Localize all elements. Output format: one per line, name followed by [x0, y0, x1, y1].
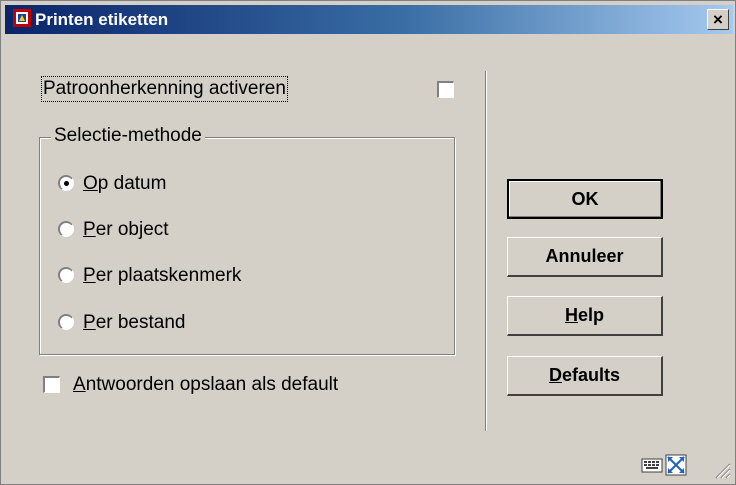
- title-bar[interactable]: Printen etiketten ×: [5, 5, 733, 34]
- pattern-label-text: Patroonherkenning activeren: [43, 78, 286, 99]
- help-mnemonic: H: [564, 305, 578, 325]
- save-defaults-checkbox[interactable]: [43, 376, 60, 393]
- help-button[interactable]: Help: [507, 296, 663, 336]
- pattern-label[interactable]: Patroonherkenning activeren: [41, 76, 288, 102]
- radio-per-plaatskenmerk[interactable]: [58, 267, 74, 283]
- radio-selected-dot: [64, 181, 69, 186]
- option-per-object[interactable]: Per object: [83, 219, 169, 241]
- option-label: er object: [95, 219, 169, 240]
- save-defaults-mnemonic: A: [73, 374, 86, 395]
- save-defaults-text: ntwoorden opslaan als default: [85, 374, 339, 395]
- app-icon: [13, 9, 31, 27]
- vertical-divider: [485, 71, 486, 431]
- option-mnemonic: P: [83, 312, 96, 333]
- size-grip-icon[interactable]: [713, 461, 731, 479]
- close-icon: ×: [713, 10, 723, 29]
- option-mnemonic: O: [83, 173, 98, 194]
- selection-legend: Selectie-methode: [51, 125, 205, 147]
- ok-button[interactable]: OK: [507, 179, 663, 219]
- ok-label: OK: [571, 189, 599, 209]
- dialog-window: Printen etiketten × Patroonherkenning ac…: [0, 0, 736, 485]
- save-defaults-label[interactable]: Antwoorden opslaan als default: [73, 374, 338, 396]
- pattern-checkbox[interactable]: [437, 81, 454, 98]
- close-button[interactable]: ×: [707, 9, 729, 30]
- option-per-plaatskenmerk[interactable]: Per plaatskenmerk: [83, 265, 241, 287]
- option-mnemonic: P: [83, 219, 96, 240]
- resize-icon[interactable]: [665, 454, 687, 476]
- cancel-button[interactable]: Annuleer: [507, 237, 663, 277]
- option-op-datum[interactable]: Op datum: [83, 173, 166, 195]
- option-label: p datum: [97, 173, 167, 194]
- cancel-label: Annuleer: [545, 246, 624, 266]
- radio-op-datum[interactable]: [58, 175, 74, 191]
- window-title: Printen etiketten: [35, 10, 169, 29]
- radio-per-bestand[interactable]: [58, 314, 74, 330]
- option-per-bestand[interactable]: Per bestand: [83, 312, 185, 334]
- option-label: er plaatskenmerk: [95, 265, 242, 286]
- defaults-button[interactable]: Defaults: [507, 356, 663, 396]
- keyboard-icon[interactable]: [641, 454, 663, 476]
- help-label: elp: [577, 305, 604, 325]
- option-mnemonic: P: [83, 265, 96, 286]
- option-label: er bestand: [95, 312, 186, 333]
- defaults-mnemonic: D: [548, 365, 562, 385]
- radio-per-object[interactable]: [58, 221, 74, 237]
- defaults-label: efaults: [561, 365, 621, 385]
